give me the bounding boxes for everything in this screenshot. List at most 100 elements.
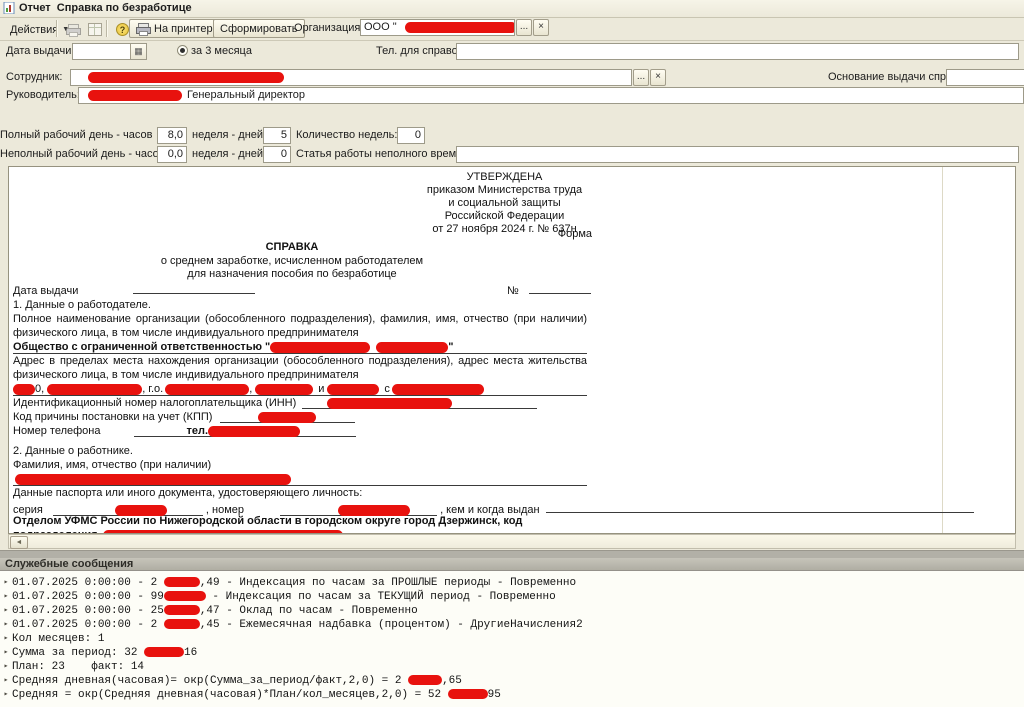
period-3months-radio[interactable] (177, 45, 188, 56)
log-line[interactable]: ▸ 01.07.2025 0:00:00 - 2 ,45 - Ежемесячна… (0, 618, 1024, 632)
redaction (47, 383, 143, 395)
full-day-hours-input[interactable]: 8,0 (157, 127, 187, 144)
organization-select-button[interactable]: ... (516, 19, 532, 36)
doc-employer-value: Общество с ограниченной ответственностью… (13, 340, 587, 354)
doc-issue-date-field: Дата выдачи (13, 285, 256, 297)
part-article-input[interactable] (456, 146, 1019, 163)
weeks-count-input[interactable]: 0 (397, 127, 425, 144)
text-fragment: и (318, 383, 325, 395)
expand-arrow-icon[interactable]: ▸ (0, 604, 12, 618)
redaction (408, 675, 443, 686)
organization-clear-button[interactable]: × (533, 19, 549, 36)
expand-arrow-icon[interactable]: ▸ (0, 590, 12, 604)
log-line[interactable]: ▸ 01.07.2025 0:00:00 - 2 ,49 - Индексация… (0, 576, 1024, 590)
certificate-document[interactable]: УТВЕРЖДЕНА приказом Министерства труда и… (8, 166, 1016, 534)
phone-label: Тел. для справок: (376, 45, 466, 57)
redaction (447, 689, 488, 700)
part-day-hours-input[interactable]: 0,0 (157, 146, 187, 163)
log-line-text: Сумма за период: 32 16 (12, 646, 197, 660)
expand-arrow-icon[interactable]: ▸ (0, 632, 12, 646)
text-fragment: Код причины постановки на учет (КПП) (13, 411, 213, 423)
text-fragment: Дата выдачи (13, 285, 79, 297)
approved-line: и социальной защиты (448, 197, 561, 209)
log-line[interactable]: ▸ Сумма за период: 32 16 (0, 646, 1024, 660)
scroll-left-arrow-icon[interactable]: ◄ (10, 536, 28, 549)
text-fragment: 16 (184, 647, 198, 659)
bold-text-fragment: " (448, 341, 454, 353)
redaction (144, 647, 185, 658)
certificate-heading: СПРАВКА о среднем заработке, исчисленном… (9, 241, 575, 282)
weeks-count-label: Количество недель: (296, 129, 398, 141)
log-line[interactable]: ▸ Средняя дневная(часовая)= окр(Сумма_за_… (0, 674, 1024, 688)
manager-input[interactable]: Генеральный директор (78, 87, 1024, 104)
form-label: Форма (557, 228, 592, 240)
log-line[interactable]: ▸ План: 23 факт: 14 (0, 660, 1024, 674)
calendar-icon[interactable]: ▦ (130, 44, 146, 59)
doc-body: 1. Данные о работодателе. Полное наимено… (13, 298, 1013, 533)
redaction (327, 397, 453, 409)
doc-section2: 2. Данные о работнике. (13, 445, 133, 457)
export-table-icon-disabled (82, 19, 108, 40)
employee-clear-button[interactable]: × (650, 69, 666, 86)
phone-input[interactable] (456, 43, 1019, 60)
certificate-subtitle: для назначения пособия по безработице (187, 268, 397, 280)
log-line-text: План: 23 факт: 14 (12, 660, 144, 674)
basis-select[interactable]: Лицевые счета (946, 69, 1024, 86)
generate-button-label: Сформировать (220, 22, 298, 35)
filter-row-employee: Сотрудник: ... × Основание выдачи справк… (0, 69, 1024, 87)
approved-line: УТВЕРЖДЕНА (466, 171, 543, 183)
filter-row-manager: Руководитель: Генеральный директор (0, 87, 1024, 105)
redaction (88, 71, 284, 83)
issue-date-input[interactable]: 28.10.2025 ▦ (72, 43, 147, 60)
text-fragment: ,45 - Ежемесячная надбавка (процентом) -… (199, 619, 583, 631)
redaction (163, 577, 200, 588)
report-icon (3, 1, 15, 15)
certificate-title: СПРАВКА (265, 241, 319, 253)
doc-passport-caption: Данные паспорта или иного документа, удо… (13, 487, 363, 499)
redaction (376, 341, 449, 353)
log-line-text: 01.07.2025 0:00:00 - 25 ,47 - Оклад по ча… (12, 604, 418, 618)
bold-text-fragment: Общество с ограниченной ответственностью… (13, 341, 271, 353)
text-fragment: 01.07.2025 0:00:00 - 25 (12, 605, 164, 617)
bold-text-fragment: тел. (186, 425, 209, 437)
service-messages-log[interactable]: ▸ 01.07.2025 0:00:00 - 2 ,49 - Индексация… (0, 571, 1024, 707)
redaction (163, 605, 200, 616)
redaction (404, 21, 514, 33)
doc-address-caption: физического лица, в том числе индивидуал… (13, 369, 359, 381)
log-line[interactable]: ▸ 01.07.2025 0:00:00 - 99 - Индексация по… (0, 590, 1024, 604)
expand-arrow-icon[interactable]: ▸ (0, 674, 12, 688)
doc-passport-line: серия , номер , кем и когда выдан (13, 500, 1013, 516)
organization-input[interactable]: ООО "" (360, 19, 515, 36)
print-to-printer-button[interactable]: На принтер (129, 19, 220, 38)
doc-employer-caption: Полное наименование организации (обособл… (13, 313, 587, 325)
log-line-text: Кол месяцев: 1 (12, 632, 104, 646)
employee-input[interactable] (70, 69, 632, 86)
expand-arrow-icon[interactable]: ▸ (0, 660, 12, 674)
expand-arrow-icon[interactable]: ▸ (0, 576, 12, 590)
generate-button[interactable]: Сформировать (213, 19, 305, 38)
full-week-days-input[interactable]: 5 (263, 127, 291, 144)
part-week-days-input[interactable]: 0 (263, 146, 291, 163)
log-line[interactable]: ▸ 01.07.2025 0:00:00 - 25 ,47 - Оклад по ч… (0, 604, 1024, 618)
employee-select-button[interactable]: ... (633, 69, 649, 86)
doc-section1: 1. Данные о работодателе. (13, 299, 151, 311)
expand-arrow-icon[interactable]: ▸ (0, 618, 12, 632)
log-line[interactable]: ▸ Кол месяцев: 1 (0, 632, 1024, 646)
text-fragment: , г.о. (142, 383, 164, 395)
log-line[interactable]: ▸ Средняя = окр(Средняя дневная(часовая)*… (0, 688, 1024, 702)
app-window: { "window": { "title": "Отчет Справка по… (0, 0, 1024, 707)
redaction (258, 411, 317, 423)
log-line-text: 01.07.2025 0:00:00 - 99 - Индексация по … (12, 590, 556, 604)
horizontal-scrollbar[interactable]: ◄ (8, 534, 1016, 549)
doc-dateline: Дата выдачи № (13, 281, 1013, 297)
expand-arrow-icon[interactable]: ▸ (0, 688, 12, 702)
expand-arrow-icon[interactable]: ▸ (0, 646, 12, 660)
text-fragment: Генеральный директор (187, 89, 305, 101)
underline-field: тел. (134, 424, 357, 437)
